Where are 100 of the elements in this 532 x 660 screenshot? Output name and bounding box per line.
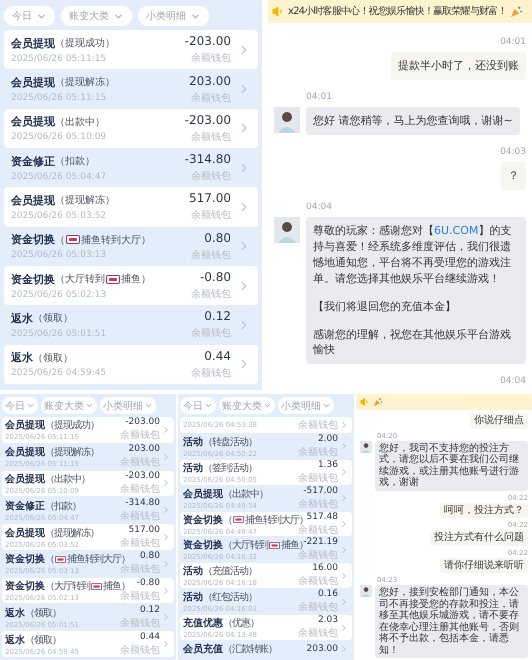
transaction-type: 资金切换 xyxy=(5,580,45,594)
wallet-label: 余额钱包 xyxy=(298,498,338,511)
transaction-amount: -0.80 xyxy=(136,578,160,588)
transaction-time: 2025/06/26 04:59:45 xyxy=(11,368,108,378)
wallet-label: 余额钱包 xyxy=(298,574,338,588)
transaction-type: 资金切换 xyxy=(11,272,55,287)
transaction-amount: 1.36 xyxy=(318,460,338,470)
message-time: 04:01 xyxy=(306,92,332,103)
transaction-time: 2025/06/26 05:02:13 xyxy=(11,290,108,300)
message-text: ？ xyxy=(508,168,519,184)
game-logo-icon xyxy=(233,516,244,524)
wallet-label: 余额钱包 xyxy=(120,536,160,550)
transaction-row[interactable]: 会员提现（提现解冻） 2025/06/26 05:03:52 517.00 余额钱包 xyxy=(4,187,258,227)
message-time: 04:01 xyxy=(500,37,526,48)
message-time: 04:04 xyxy=(306,202,332,213)
transaction-type: 活动 xyxy=(183,462,203,475)
message-text: 请你仔细说来听听 xyxy=(444,560,524,571)
transaction-detail: 捕鱼） xyxy=(121,272,151,286)
wallet-label: 余额钱包 xyxy=(191,366,231,380)
transaction-detail: （ xyxy=(223,514,232,527)
chevron-down-icon xyxy=(144,401,153,410)
transaction-detail: （扣款） xyxy=(45,500,81,513)
transaction-type: 会员提现 xyxy=(5,418,45,432)
transaction-type: 资金切换 xyxy=(183,514,223,527)
message-text: 您好 请您稍等，马上为您查询哦，谢谢~ xyxy=(313,112,513,129)
transaction-amount: -203.00 xyxy=(125,417,160,428)
transaction-detail: （提现解冻） xyxy=(55,194,115,208)
transaction-amount: 203.00 xyxy=(306,644,338,654)
transaction-detail: （提现解冻） xyxy=(45,446,99,460)
transaction-time: 2025/06/26 05:11:15 xyxy=(11,92,108,103)
transaction-amount: -203.00 xyxy=(184,34,231,48)
transaction-type: 会员提现 xyxy=(5,446,45,460)
transaction-detail: （大厅转到 xyxy=(45,580,90,594)
wallet-label: 余额钱包 xyxy=(120,616,160,630)
transaction-type: 活动 xyxy=(183,564,203,578)
transaction-amount: 0.12 xyxy=(204,309,231,324)
transaction-detail: （领取） xyxy=(25,606,61,620)
game-logo-icon xyxy=(106,274,120,284)
message-time: 04:03 xyxy=(500,146,526,158)
transaction-detail: （大厅转到 xyxy=(55,272,105,286)
transaction-type: 资金修正 xyxy=(11,154,55,169)
transaction-type: 资金切换 xyxy=(183,538,223,552)
transaction-amount: 0.16 xyxy=(318,589,338,600)
transaction-amount: -517.00 xyxy=(303,486,338,496)
transaction-amount: 0.12 xyxy=(140,604,160,615)
transaction-time: 2025/06/26 05:03:13 xyxy=(11,250,108,260)
game-logo-icon xyxy=(66,235,80,244)
transaction-detail: （出款中） xyxy=(45,472,90,486)
chevron-down-icon xyxy=(263,401,272,410)
transaction-time: 2025/06/26 05:04:47 xyxy=(11,172,108,182)
wallet-label: 余额钱包 xyxy=(298,524,338,537)
transaction-type: 会员提现 xyxy=(183,488,223,501)
transaction-detail: （优惠） xyxy=(223,616,259,630)
transaction-amount: -203.00 xyxy=(184,112,231,127)
transaction-amount: -314.80 xyxy=(125,498,160,508)
speaker-icon xyxy=(360,397,370,407)
transaction-amount: -203.00 xyxy=(125,470,160,481)
transaction-amount: 203.00 xyxy=(189,74,231,88)
transaction-detail: 捕鱼转到大厅） xyxy=(67,552,130,566)
transaction-type: 活动 xyxy=(183,436,203,449)
message-text: 投注方式有什么问题 xyxy=(434,532,524,544)
wallet-label: 余额钱包 xyxy=(191,52,231,66)
transaction-type: 会员提现 xyxy=(11,192,55,208)
wallet-label: 余额钱包 xyxy=(120,644,160,657)
transaction-row[interactable]: 返水（领取） 2025/06/26 04:59:45 0.44 余额钱包 xyxy=(4,344,258,384)
transaction-detail: （ xyxy=(55,234,65,247)
transaction-row[interactable]: 会员提现（出款中） 2025/06/26 05:10:09 -203.00 余额钱包 xyxy=(4,108,258,148)
transaction-amount: 517.00 xyxy=(189,191,231,206)
transaction-amount: -0.80 xyxy=(200,270,231,284)
avatar-icon xyxy=(360,585,372,597)
message-text: 【我们将退回您的充值本金】 xyxy=(313,298,457,314)
transaction-type: 会员提现 xyxy=(5,526,45,540)
wallet-label: 余额钱包 xyxy=(120,482,160,496)
wallet-label: 余额钱包 xyxy=(191,208,231,222)
transaction-row[interactable]: 会员提现（提现成功） 2025/06/26 05:11:15 -203.00 余额钱包 xyxy=(4,30,258,70)
transaction-type: 资金修正 xyxy=(5,500,45,513)
wallet-label: 余额钱包 xyxy=(120,428,160,442)
transaction-detail: （领取） xyxy=(33,312,73,326)
transaction-amount: 517.48 xyxy=(306,512,338,522)
transaction-amount: 0.80 xyxy=(140,551,160,562)
transaction-type: 活动 xyxy=(183,590,203,604)
wallet-label: 余额钱包 xyxy=(191,130,231,144)
transaction-row[interactable]: 资金切换（大厅转到 捕鱼） 2025/06/26 05:02:13 -0.80 余额钱包 xyxy=(4,266,258,306)
game-logo-icon xyxy=(55,556,66,563)
message-text: 您好，接到安检部门通知，本公司不再接受您的存款和投注，请移至其他娱乐城游戏，请不要存在侥幸心理注册其他账号，否则将不予出款，包括本金，请悉知！ xyxy=(379,587,520,656)
transaction-type: 资金切换 xyxy=(5,552,45,566)
transaction-detail: （ xyxy=(45,553,54,566)
transaction-detail: （领取） xyxy=(33,352,73,365)
transaction-detail: （领取） xyxy=(25,634,61,647)
transaction-type: 会员提现 xyxy=(11,114,55,130)
message-time: 04:04 xyxy=(500,376,526,388)
wallet-label: 余额钱包 xyxy=(191,288,231,302)
speaker-icon xyxy=(272,5,285,18)
transaction-type: 返水 xyxy=(11,350,33,366)
message-text: 提款半小时了，还没到账 xyxy=(398,58,519,74)
transaction-time: 2025/06/26 05:10:09 xyxy=(11,132,108,142)
avatar-icon xyxy=(274,216,300,243)
transaction-type: 会员提现 xyxy=(11,74,55,90)
game-logo-icon xyxy=(91,582,102,590)
transaction-detail: （出款中） xyxy=(223,488,268,501)
